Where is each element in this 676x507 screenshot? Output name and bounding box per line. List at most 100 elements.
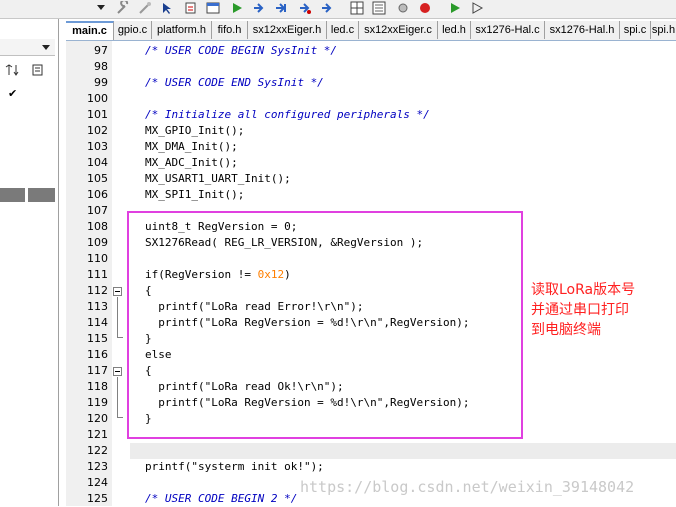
- line-number: 124: [87, 476, 108, 489]
- toolbar: [0, 0, 676, 19]
- tab-spi-c[interactable]: spi.c: [620, 21, 651, 39]
- code-line[interactable]: 105 MX_USART1_UART_Init();: [66, 171, 676, 187]
- line-number: 104: [87, 156, 108, 169]
- panel-bar[interactable]: [0, 188, 25, 202]
- code-text: /* Initialize all configured peripherals…: [145, 108, 430, 121]
- line-number: 110: [87, 252, 108, 265]
- magic-wand-icon[interactable]: [138, 1, 152, 15]
- code-text: MX_USART1_UART_Init();: [145, 172, 291, 185]
- tab-sx1276-hal-c[interactable]: sx1276-Hal.c: [471, 21, 545, 39]
- line-number: 109: [87, 236, 108, 249]
- line-number: 107: [87, 204, 108, 217]
- tab-gpio-c[interactable]: gpio.c: [114, 21, 152, 39]
- code-text: MX_DMA_Init();: [145, 140, 238, 153]
- debug-icon[interactable]: [184, 1, 198, 15]
- code-text: /* USER CODE BEGIN 2 */: [145, 492, 298, 505]
- line-number: 100: [87, 92, 108, 105]
- annotation-line: 读取LoRa版本号: [531, 282, 636, 298]
- line-number: 119: [87, 396, 108, 409]
- current-line-highlight: [130, 443, 676, 459]
- tab-sx12xxeiger-h[interactable]: sx12xxEiger.h: [248, 21, 327, 39]
- line-number: 116: [87, 348, 108, 361]
- fold-end-marker: [117, 337, 123, 338]
- tab-led-h[interactable]: led.h: [438, 21, 471, 39]
- scroll-bars: [0, 188, 55, 202]
- code-text: printf("systerm init ok!");: [145, 460, 324, 473]
- line-number: 117: [87, 364, 108, 377]
- code-line[interactable]: 98: [66, 59, 676, 75]
- step-icon[interactable]: [274, 1, 288, 15]
- code-line[interactable]: 104 MX_ADC_Init();: [66, 155, 676, 171]
- project-panel: ✔: [0, 19, 59, 506]
- fold-toggle-icon[interactable]: [113, 287, 122, 296]
- annotation-line: 并通过串口打印: [531, 302, 629, 318]
- line-number: 97: [94, 44, 108, 57]
- fold-guide: [117, 297, 118, 337]
- watch-icon[interactable]: [298, 1, 312, 15]
- code-line[interactable]: 122: [66, 443, 676, 459]
- line-number: 101: [87, 108, 108, 121]
- pointer-icon[interactable]: [160, 1, 174, 15]
- forward-icon[interactable]: [252, 1, 266, 15]
- code-line[interactable]: 102 MX_GPIO_Init();: [66, 123, 676, 139]
- chevron-down-icon[interactable]: [42, 45, 50, 50]
- tab-main-c[interactable]: main.c: [66, 21, 114, 40]
- run-icon[interactable]: [230, 1, 244, 15]
- tab-led-c[interactable]: led.c: [327, 21, 359, 39]
- rebuild-icon[interactable]: [470, 1, 484, 15]
- code-text: MX_ADC_Init();: [145, 156, 238, 169]
- code-line[interactable]: 106 MX_SPI1_Init();: [66, 187, 676, 203]
- memory-icon[interactable]: [372, 1, 386, 15]
- code-line[interactable]: 100: [66, 91, 676, 107]
- project-dropdown[interactable]: [0, 39, 55, 56]
- line-number: 120: [87, 412, 108, 425]
- line-number: 105: [87, 172, 108, 185]
- code-text: MX_SPI1_Init();: [145, 188, 245, 201]
- window-icon[interactable]: [206, 1, 220, 15]
- sort-icon[interactable]: [5, 64, 19, 76]
- code-line[interactable]: 123 printf("systerm init ok!");: [66, 459, 676, 475]
- build-icon[interactable]: [448, 1, 462, 15]
- tab-sx1276-hal-h[interactable]: sx1276-Hal.h: [545, 21, 620, 39]
- code-line[interactable]: 101 /* Initialize all configured peripher…: [66, 107, 676, 123]
- tab-fifo-h[interactable]: fifo.h: [212, 21, 248, 39]
- fold-toggle-icon[interactable]: [113, 367, 122, 376]
- fold-guide: [117, 377, 118, 417]
- tab-spi-h[interactable]: spi.h: [651, 21, 676, 39]
- tab-platform-h[interactable]: platform.h: [152, 21, 212, 39]
- tab-sx12xxeiger-c[interactable]: sx12xxEiger.c: [359, 21, 438, 39]
- line-number: 99: [94, 76, 108, 89]
- line-number: 123: [87, 460, 108, 473]
- watermark: https://blog.csdn.net/weixin_39148042: [300, 478, 635, 496]
- code-line[interactable]: 99 /* USER CODE END SysInit */: [66, 75, 676, 91]
- highlight-box: [127, 211, 523, 439]
- settings-icon[interactable]: [396, 1, 410, 15]
- wrench-icon[interactable]: [116, 1, 130, 15]
- panel-bar[interactable]: [28, 188, 55, 202]
- checkmark-icon: ✔: [8, 87, 18, 100]
- grid-icon[interactable]: [350, 1, 364, 15]
- code-line[interactable]: 103 MX_DMA_Init();: [66, 139, 676, 155]
- fold-end-marker: [117, 417, 123, 418]
- dropdown-arrow-icon[interactable]: [97, 5, 105, 10]
- line-number: 102: [87, 124, 108, 137]
- line-number: 103: [87, 140, 108, 153]
- line-number: 106: [87, 188, 108, 201]
- line-number: 121: [87, 428, 108, 441]
- code-text: MX_GPIO_Init();: [145, 124, 245, 137]
- line-number: 113: [87, 300, 108, 313]
- code-text: /* USER CODE BEGIN SysInit */: [145, 44, 338, 57]
- line-number: 118: [87, 380, 108, 393]
- stop-icon[interactable]: [418, 1, 432, 15]
- line-number: 115: [87, 332, 108, 345]
- file-tabs: main.c gpio.c platform.h fifo.h sx12xxEi…: [66, 21, 676, 41]
- code-line[interactable]: 97 /* USER CODE BEGIN SysInit */: [66, 43, 676, 59]
- line-number: 111: [87, 268, 108, 281]
- annotation-line: 到电脑终端: [531, 322, 601, 338]
- line-number: 98: [94, 60, 108, 73]
- line-number: 125: [87, 492, 108, 505]
- step-out-icon[interactable]: [320, 1, 334, 15]
- line-number: 114: [87, 316, 108, 329]
- properties-icon[interactable]: [32, 64, 46, 76]
- line-number: 112: [87, 284, 108, 297]
